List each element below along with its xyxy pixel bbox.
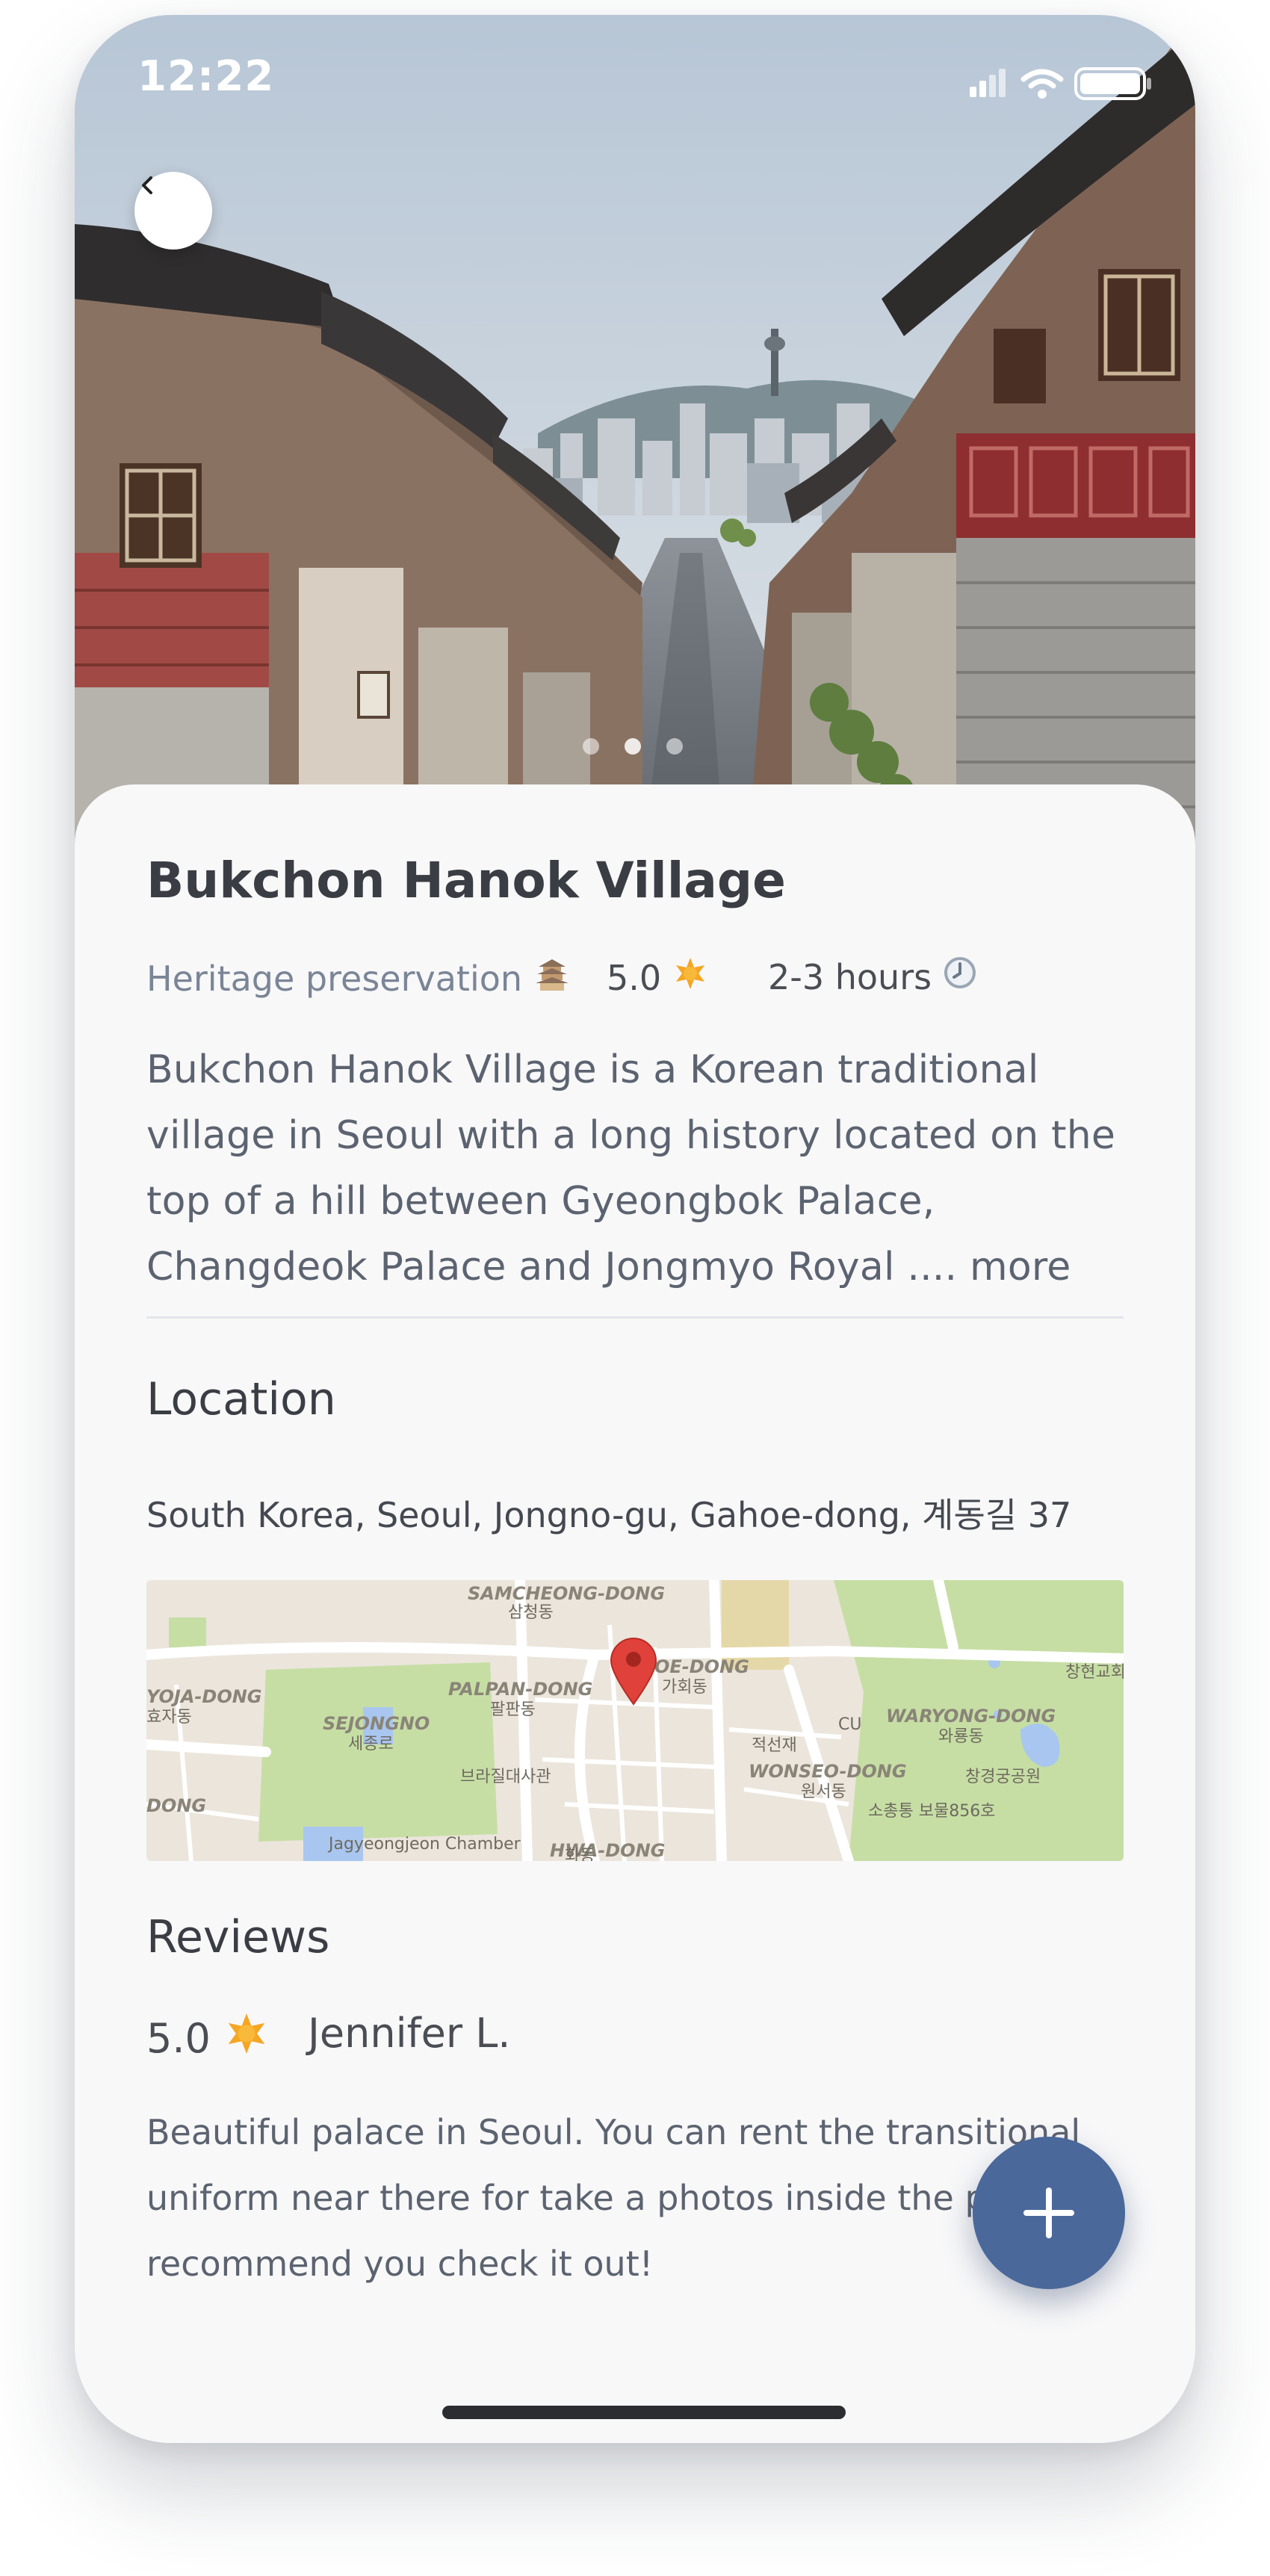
svg-text:YOJA-DONG: YOJA-DONG <box>146 1686 262 1707</box>
category-label: Heritage preservation <box>146 958 523 999</box>
map-image: SAMCHEONG-DONG OE-DONG PALPAN-DONG YOJA-… <box>146 1580 1124 1861</box>
svg-text:적선재: 적선재 <box>752 1736 797 1755</box>
gallery-dot[interactable] <box>666 738 683 755</box>
svg-text:소총통 보물856호: 소총통 보물856호 <box>868 1802 995 1821</box>
svg-text:OE-DONG: OE-DONG <box>654 1656 749 1677</box>
hero-image[interactable]: 12:22 <box>75 15 1195 859</box>
gallery-dot[interactable] <box>583 738 599 755</box>
svg-text:창경궁공원: 창경궁공원 <box>965 1768 1041 1786</box>
read-more-link[interactable]: .... more <box>907 1245 1071 1289</box>
reviews-heading: Reviews <box>146 1911 330 1963</box>
location-map[interactable]: SAMCHEONG-DONG OE-DONG PALPAN-DONG YOJA-… <box>146 1580 1124 1861</box>
rating-tag: 5.0 <box>607 955 709 1000</box>
svg-text:브라질대사관: 브라질대사관 <box>460 1768 551 1786</box>
place-meta: Heritage preservation 5.0 2-3 hours <box>146 955 1124 1000</box>
signal-wifi-battery-icon <box>970 67 1151 100</box>
review-rating-value: 5.0 <box>146 2015 211 2062</box>
review-author: Jennifer L. <box>308 2010 511 2057</box>
svg-text:효자동: 효자동 <box>146 1708 192 1727</box>
back-button[interactable] <box>134 172 212 250</box>
duration-value: 2-3 hours <box>768 956 932 997</box>
svg-text:SAMCHEONG-DONG: SAMCHEONG-DONG <box>468 1583 665 1604</box>
svg-text:원서동: 원서동 <box>801 1783 846 1801</box>
rating-value: 5.0 <box>607 957 662 998</box>
svg-text:SEJONGNO: SEJONGNO <box>323 1713 430 1734</box>
plus-icon <box>1023 2188 1074 2238</box>
status-time: 12:22 <box>137 52 275 101</box>
svg-text:화동: 화동 <box>565 1847 595 1861</box>
add-button[interactable] <box>973 2137 1125 2289</box>
location-heading: Location <box>146 1373 336 1425</box>
details-sheet: Bukchon Hanok Village Heritage preservat… <box>75 784 1195 2443</box>
divider <box>146 1316 1124 1319</box>
phone-frame: 12:22 Bukchon Hanok Village Heritage pre… <box>75 15 1195 2443</box>
svg-text:DONG: DONG <box>146 1795 206 1816</box>
svg-text:CU: CU <box>838 1715 861 1734</box>
svg-text:와룡동: 와룡동 <box>938 1727 984 1746</box>
svg-text:창현교회: 창현교회 <box>1065 1663 1124 1682</box>
location-address: South Korea, Seoul, Jongno-gu, Gahoe-don… <box>146 1495 1072 1535</box>
svg-text:삼청동: 삼청동 <box>508 1603 554 1622</box>
temple-icon <box>533 955 572 1002</box>
gallery-pagination[interactable] <box>583 738 683 755</box>
duration-tag: 2-3 hours <box>768 955 978 999</box>
star-icon <box>672 955 709 1000</box>
place-title: Bukchon Hanok Village <box>146 852 786 909</box>
clock-icon <box>942 955 978 999</box>
hanok-street-photo <box>75 15 1195 859</box>
svg-text:세종로: 세종로 <box>348 1735 394 1753</box>
svg-text:WARYONG-DONG: WARYONG-DONG <box>886 1706 1056 1727</box>
review-rating: 5.0 <box>146 2010 270 2067</box>
svg-text:PALPAN-DONG: PALPAN-DONG <box>448 1679 592 1700</box>
svg-text:WONSEO-DONG: WONSEO-DONG <box>749 1761 907 1782</box>
svg-text:팔판동: 팔판동 <box>490 1700 536 1719</box>
chevron-left-icon <box>142 176 152 194</box>
svg-text:가회동: 가회동 <box>662 1678 707 1697</box>
place-description: Bukchon Hanok Village is a Korean tradit… <box>146 1037 1133 1300</box>
category-tag: Heritage preservation <box>146 955 572 1002</box>
svg-text:Jagyeongjeon Chamber: Jagyeongjeon Chamber <box>327 1835 521 1854</box>
star-icon <box>223 2010 270 2067</box>
home-indicator[interactable] <box>442 2406 846 2419</box>
gallery-dot-active[interactable] <box>625 738 641 755</box>
status-icons <box>962 61 1156 106</box>
